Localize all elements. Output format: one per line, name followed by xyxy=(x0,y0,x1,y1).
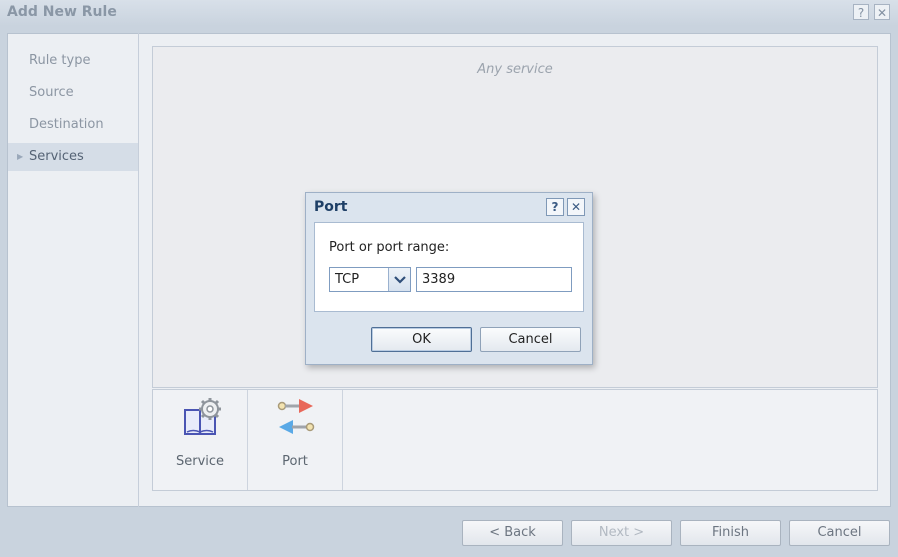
add-port-button[interactable]: Port xyxy=(248,390,343,490)
sidebar-item-label: Source xyxy=(29,85,74,100)
protocol-selected-value: TCP xyxy=(335,272,360,287)
wizard-steps-sidebar: Rule type Source Destination ▶ Services xyxy=(7,33,139,507)
port-range-label: Port or port range: xyxy=(329,240,450,255)
sidebar-item-source[interactable]: Source xyxy=(8,79,138,107)
sidebar-item-label: Services xyxy=(29,149,84,164)
finish-button[interactable]: Finish xyxy=(680,520,781,546)
port-arrows-icon xyxy=(277,399,315,434)
dialog-help-icon[interactable]: ? xyxy=(546,198,564,216)
dialog-close-icon[interactable]: ✕ xyxy=(567,198,585,216)
port-dialog-body: Port or port range: TCP xyxy=(314,222,584,312)
sidebar-item-services[interactable]: ▶ Services xyxy=(8,143,138,171)
sidebar-item-label: Destination xyxy=(29,117,104,132)
window-title: Add New Rule xyxy=(7,4,117,20)
port-dialog-title: Port xyxy=(314,199,348,215)
any-service-placeholder: Any service xyxy=(477,62,553,77)
next-button[interactable]: Next > xyxy=(571,520,672,546)
protocol-select[interactable]: TCP xyxy=(329,267,411,292)
port-choice-label: Port xyxy=(282,454,308,469)
ok-button[interactable]: OK xyxy=(371,327,472,352)
current-step-arrow-icon: ▶ xyxy=(17,152,24,161)
service-choice-label: Service xyxy=(175,454,225,469)
window-help-icon[interactable]: ? xyxy=(853,4,869,20)
service-book-gear-icon xyxy=(184,398,221,435)
back-button[interactable]: < Back xyxy=(462,520,563,546)
service-type-toolbar: Service Port xyxy=(152,389,878,491)
port-range-input[interactable] xyxy=(416,267,572,292)
port-dialog: Port ? ✕ Port or port range: TCP OK Canc… xyxy=(305,192,593,365)
add-service-button[interactable]: Service xyxy=(153,390,248,490)
dialog-cancel-button[interactable]: Cancel xyxy=(480,327,581,352)
cancel-button[interactable]: Cancel xyxy=(789,520,890,546)
window-titlebar: Add New Rule ? ✕ xyxy=(0,0,898,26)
sidebar-item-destination[interactable]: Destination xyxy=(8,111,138,139)
window-close-icon[interactable]: ✕ xyxy=(874,4,890,20)
sidebar-item-rule-type[interactable]: Rule type xyxy=(8,47,138,75)
chevron-down-icon[interactable] xyxy=(388,268,410,291)
sidebar-item-label: Rule type xyxy=(29,53,91,68)
